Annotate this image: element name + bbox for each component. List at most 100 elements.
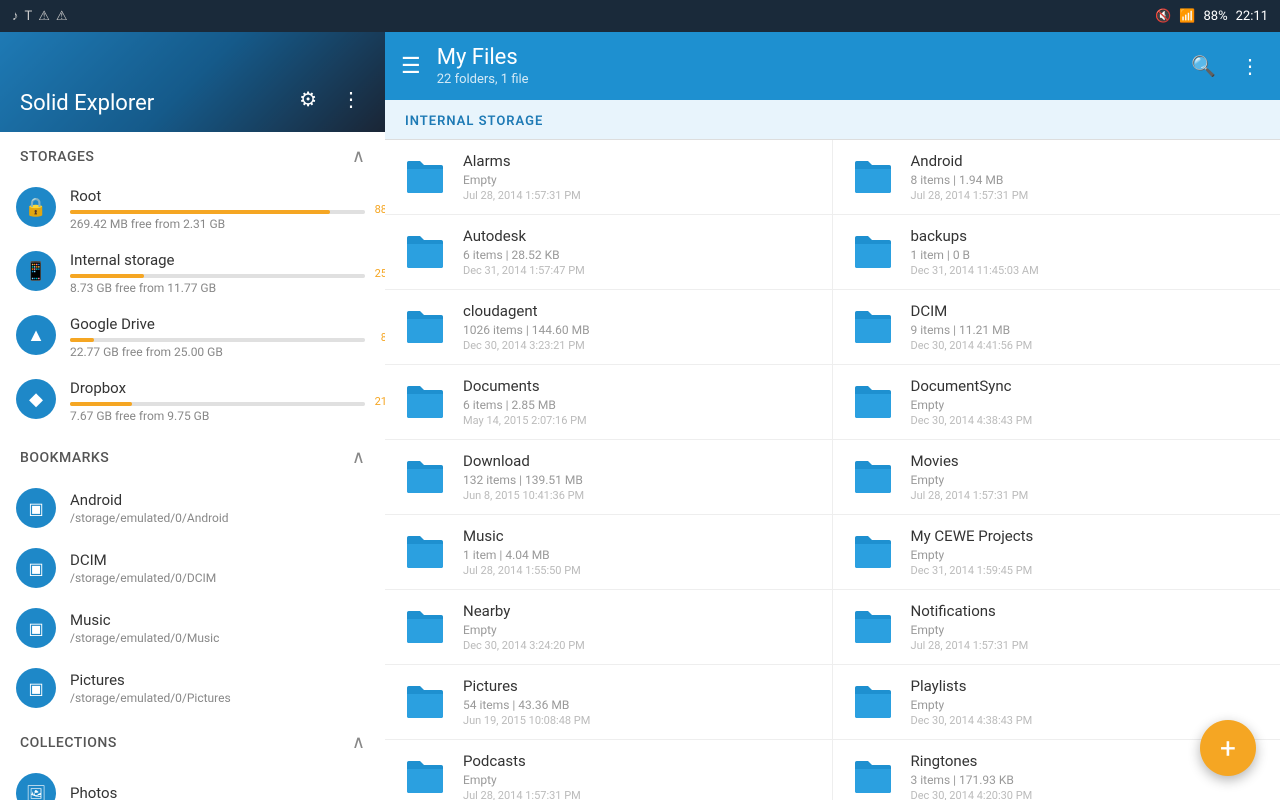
file-date: May 14, 2015 2:07:16 PM xyxy=(463,414,816,427)
file-item-android[interactable]: Android 8 items | 1.94 MB Jul 28, 2014 1… xyxy=(833,140,1280,215)
folder-icon xyxy=(849,153,897,201)
file-meta: 1026 items | 144.60 MB xyxy=(463,323,816,337)
file-item-podcasts[interactable]: Podcasts Empty Jul 28, 2014 1:57:31 PM xyxy=(385,740,833,800)
bookmark-music[interactable]: ▣ Music /storage/emulated/0/Music xyxy=(0,598,385,658)
bookmark-music-info: Music /storage/emulated/0/Music xyxy=(70,611,365,645)
internal-info: Internal storage 25% 8.73 GB free from 1… xyxy=(70,251,365,295)
file-item-autodesk[interactable]: Autodesk 6 items | 28.52 KB Dec 31, 2014… xyxy=(385,215,833,290)
folder-icon xyxy=(401,303,449,351)
bookmark-pictures[interactable]: ▣ Pictures /storage/emulated/0/Pictures xyxy=(0,658,385,718)
folder-icon xyxy=(401,153,449,201)
bookmark-dcim-path: /storage/emulated/0/DCIM xyxy=(70,571,365,585)
bookmark-android-name: Android xyxy=(70,491,365,509)
storages-chevron[interactable]: ∧ xyxy=(352,146,365,167)
bookmark-pictures-info: Pictures /storage/emulated/0/Pictures xyxy=(70,671,365,705)
bookmark-dcim[interactable]: ▣ DCIM /storage/emulated/0/DCIM xyxy=(0,538,385,598)
file-name: cloudagent xyxy=(463,302,816,320)
storage-item-internal[interactable]: 📱 Internal storage 25% 8.73 GB free from… xyxy=(0,241,385,305)
top-bar-title: My Files xyxy=(437,45,1187,70)
file-info: Download 132 items | 139.51 MB Jun 8, 20… xyxy=(463,452,816,502)
file-date: Jun 8, 2015 10:41:36 PM xyxy=(463,489,816,502)
file-info: cloudagent 1026 items | 144.60 MB Dec 30… xyxy=(463,302,816,352)
file-name: Autodesk xyxy=(463,227,816,245)
internal-icon: 📱 xyxy=(16,251,56,291)
file-name: DocumentSync xyxy=(911,377,1265,395)
dropbox-bar-container: 21% xyxy=(70,402,365,406)
root-icon: 🔒 xyxy=(16,187,56,227)
folder-icon xyxy=(401,603,449,651)
clock: 22:11 xyxy=(1236,9,1268,24)
right-panel: ☰ My Files 22 folders, 1 file 🔍 ⋮ INTERN… xyxy=(385,32,1280,800)
root-name: Root xyxy=(70,187,365,205)
hamburger-menu[interactable]: ☰ xyxy=(401,54,421,79)
file-item-documents[interactable]: Documents 6 items | 2.85 MB May 14, 2015… xyxy=(385,365,833,440)
search-icon[interactable]: 🔍 xyxy=(1187,50,1220,82)
battery-level: 88% xyxy=(1203,9,1227,24)
file-item-music[interactable]: Music 1 item | 4.04 MB Jul 28, 2014 1:55… xyxy=(385,515,833,590)
collections-label: Collections xyxy=(20,735,117,751)
bookmark-pictures-icon: ▣ xyxy=(16,668,56,708)
status-bar-right: 🔇 📶 88% 22:11 xyxy=(1155,9,1268,24)
folder-icon xyxy=(849,753,897,800)
gdrive-free: 22.77 GB free from 25.00 GB xyxy=(70,345,365,359)
status-bar-left: ♪ T ⚠ ⚠ xyxy=(12,8,68,24)
file-name: Alarms xyxy=(463,152,816,170)
folder-icon xyxy=(401,678,449,726)
overflow-menu-icon[interactable]: ⋮ xyxy=(1236,50,1264,82)
file-info: Movies Empty Jul 28, 2014 1:57:31 PM xyxy=(911,452,1265,502)
folder-icon xyxy=(849,303,897,351)
file-meta: 6 items | 28.52 KB xyxy=(463,248,816,262)
bookmark-music-name: Music xyxy=(70,611,365,629)
file-item-documentsync[interactable]: DocumentSync Empty Dec 30, 2014 4:38:43 … xyxy=(833,365,1280,440)
file-name: Movies xyxy=(911,452,1265,470)
file-date: Dec 31, 2014 11:45:03 AM xyxy=(911,264,1265,277)
bookmark-android[interactable]: ▣ Android /storage/emulated/0/Android xyxy=(0,478,385,538)
file-info: Notifications Empty Jul 28, 2014 1:57:31… xyxy=(911,602,1265,652)
collection-photos[interactable]: 🖼 Photos xyxy=(0,763,385,800)
storage-item-gdrive[interactable]: ▲ Google Drive 8% 22.77 GB free from 25.… xyxy=(0,305,385,369)
file-item-alarms[interactable]: Alarms Empty Jul 28, 2014 1:57:31 PM xyxy=(385,140,833,215)
dropbox-free: 7.67 GB free from 9.75 GB xyxy=(70,409,365,423)
t-icon: T xyxy=(25,9,33,24)
fab-plus-icon: + xyxy=(1220,732,1236,765)
file-meta: 3 items | 171.93 KB xyxy=(911,773,1265,787)
storage-item-dropbox[interactable]: ◆ Dropbox 21% 7.67 GB free from 9.75 GB xyxy=(0,369,385,433)
file-item-pictures[interactable]: Pictures 54 items | 43.36 MB Jun 19, 201… xyxy=(385,665,833,740)
sidebar-header: Solid Explorer ⚙ ⋮ xyxy=(0,32,385,132)
bookmarks-chevron[interactable]: ∧ xyxy=(352,447,365,468)
file-meta: Empty xyxy=(911,473,1265,487)
file-date: Jun 19, 2015 10:08:48 PM xyxy=(463,714,816,727)
file-item-dcim[interactable]: DCIM 9 items | 11.21 MB Dec 30, 2014 4:4… xyxy=(833,290,1280,365)
settings-button[interactable]: ⚙ xyxy=(295,83,321,116)
bookmark-android-path: /storage/emulated/0/Android xyxy=(70,511,365,525)
file-date: Jul 28, 2014 1:57:31 PM xyxy=(463,789,816,800)
internal-free: 8.73 GB free from 11.77 GB xyxy=(70,281,365,295)
file-name: backups xyxy=(911,227,1265,245)
file-item-backups[interactable]: backups 1 item | 0 B Dec 31, 2014 11:45:… xyxy=(833,215,1280,290)
mute-icon: 🔇 xyxy=(1155,9,1171,24)
dropbox-info: Dropbox 21% 7.67 GB free from 9.75 GB xyxy=(70,379,365,423)
root-bar xyxy=(70,210,330,214)
gdrive-name: Google Drive xyxy=(70,315,365,333)
file-item-download[interactable]: Download 132 items | 139.51 MB Jun 8, 20… xyxy=(385,440,833,515)
bookmark-android-icon: ▣ xyxy=(16,488,56,528)
storage-label-bar: INTERNAL STORAGE xyxy=(385,100,1280,140)
file-item-my-cewe-projects[interactable]: My CEWE Projects Empty Dec 31, 2014 1:59… xyxy=(833,515,1280,590)
top-bar-icons: 🔍 ⋮ xyxy=(1187,50,1264,82)
folder-icon xyxy=(401,528,449,576)
internal-bar xyxy=(70,274,144,278)
file-name: Documents xyxy=(463,377,816,395)
collections-chevron[interactable]: ∧ xyxy=(352,732,365,753)
internal-bar-container: 25% xyxy=(70,274,365,278)
file-item-nearby[interactable]: Nearby Empty Dec 30, 2014 3:24:20 PM xyxy=(385,590,833,665)
file-item-notifications[interactable]: Notifications Empty Jul 28, 2014 1:57:31… xyxy=(833,590,1280,665)
folder-icon xyxy=(849,528,897,576)
file-item-movies[interactable]: Movies Empty Jul 28, 2014 1:57:31 PM xyxy=(833,440,1280,515)
fab-add-button[interactable]: + xyxy=(1200,720,1256,776)
storages-label: Storages xyxy=(20,149,94,165)
file-item-cloudagent[interactable]: cloudagent 1026 items | 144.60 MB Dec 30… xyxy=(385,290,833,365)
storage-item-root[interactable]: 🔒 Root 88% 269.42 MB free from 2.31 GB xyxy=(0,177,385,241)
file-meta: Empty xyxy=(463,173,816,187)
file-meta: 8 items | 1.94 MB xyxy=(911,173,1265,187)
more-options-button[interactable]: ⋮ xyxy=(337,83,365,116)
